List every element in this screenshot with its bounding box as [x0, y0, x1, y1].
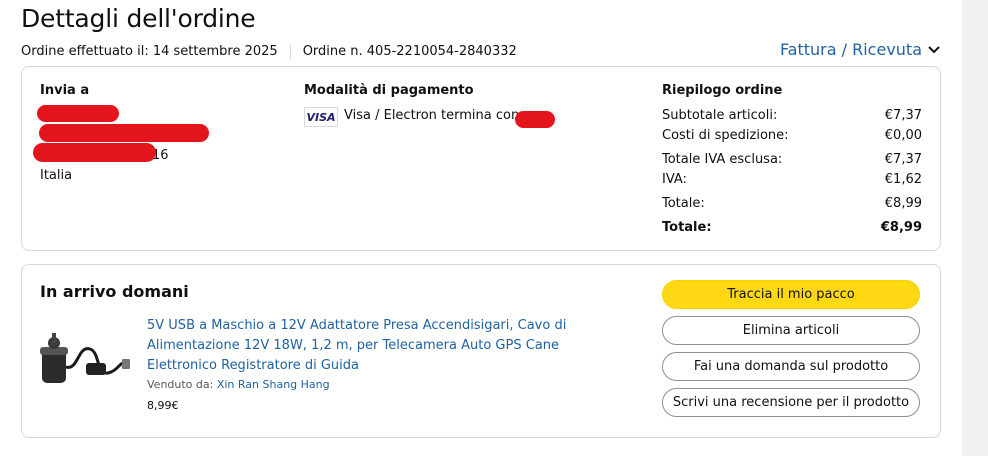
product-title-link[interactable]: 5V USB a Maschio a 12V Adattatore Presa … — [147, 316, 607, 376]
summary-row: Costi di spedizione: €0,00 — [662, 128, 922, 143]
redacted-card-digits — [515, 111, 555, 128]
page-title: Dettagli dell'ordine — [21, 4, 256, 33]
summary-label: Totale IVA esclusa: — [662, 152, 783, 167]
grand-total-label: Totale: — [662, 220, 712, 235]
divider — [289, 44, 291, 59]
redacted-name — [37, 105, 119, 122]
payment-card-text: Visa / Electron termina con — [344, 108, 520, 123]
write-review-button[interactable]: Scrivi una recensione per il prodotto — [662, 388, 920, 417]
product-image[interactable] — [38, 327, 134, 397]
sold-by: Venduto da: Xin Ran Shang Hang — [147, 378, 330, 391]
payment-heading: Modalità di pagamento — [304, 83, 474, 98]
address-country: Italia — [40, 168, 73, 183]
summary-row: Subtotale articoli: €7,37 — [662, 108, 922, 123]
page-side-gutter — [962, 0, 988, 456]
summary-row: Totale: €8,99 — [662, 196, 922, 211]
order-date: Ordine effettuato il: 14 settembre 2025 — [21, 44, 278, 59]
summary-grand-total: Totale: €8,99 — [662, 220, 922, 235]
summary-heading: Riepilogo ordine — [662, 83, 783, 98]
summary-value: €8,99 — [884, 196, 922, 211]
shipping-heading: Invia a — [40, 83, 90, 98]
seller-link[interactable]: Xin Ran Shang Hang — [217, 378, 330, 391]
sold-by-label: Venduto da: — [147, 378, 214, 391]
summary-label: IVA: — [662, 172, 687, 187]
redacted-address — [39, 124, 209, 142]
chevron-down-icon — [928, 45, 940, 53]
invoice-link-label: Fattura / Ricevuta — [779, 40, 922, 59]
summary-value: €0,00 — [884, 128, 922, 143]
summary-row: IVA: €1,62 — [662, 172, 922, 187]
track-package-button[interactable]: Traccia il mio pacco — [662, 280, 920, 309]
summary-label: Costi di spedizione: — [662, 128, 789, 143]
delete-items-button[interactable]: Elimina articoli — [662, 316, 920, 345]
shipment-card: In arrivo domani 5V USB a Maschio a 12V … — [21, 264, 941, 438]
visa-card-icon: VISA — [304, 107, 338, 127]
redacted-city — [33, 143, 156, 162]
ask-question-button[interactable]: Fai una domanda sul prodotto — [662, 352, 920, 381]
grand-total-value: €8,99 — [880, 220, 922, 235]
shipment-status-heading: In arrivo domani — [40, 282, 189, 301]
order-meta: Ordine effettuato il: 14 settembre 2025 … — [21, 44, 517, 59]
summary-value: €7,37 — [884, 108, 922, 123]
summary-label: Subtotale articoli: — [662, 108, 778, 123]
order-info-card: Invia a 16 Italia Modalità di pagamento … — [21, 66, 941, 251]
summary-row: Totale IVA esclusa: €7,37 — [662, 152, 922, 167]
invoice-dropdown[interactable]: Fattura / Ricevuta — [780, 40, 940, 59]
summary-label: Totale: — [662, 196, 705, 211]
summary-value: €1,62 — [884, 172, 922, 187]
order-number: Ordine n. 405-2210054-2840332 — [302, 44, 517, 59]
product-price: 8,99€ — [147, 399, 179, 412]
summary-value: €7,37 — [884, 152, 922, 167]
